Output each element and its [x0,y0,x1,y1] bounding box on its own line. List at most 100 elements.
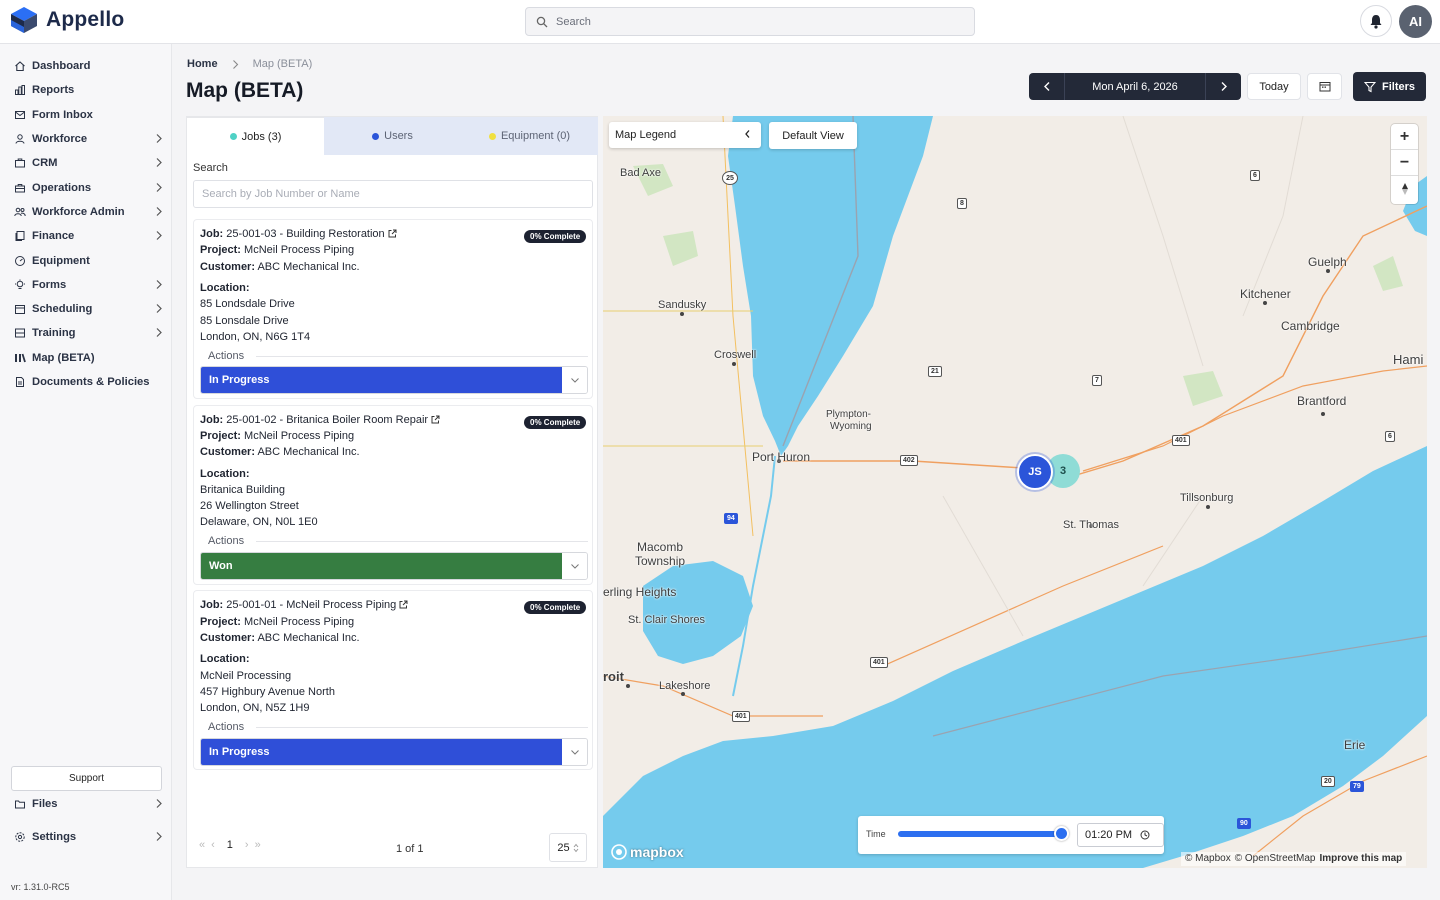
sidebar-item-label: Documents & Policies [32,376,150,388]
sidebar-item-operations[interactable]: Operations [0,177,172,199]
status-value: In Progress [201,739,563,765]
user-avatar[interactable]: AI [1399,5,1432,38]
external-link-icon[interactable] [388,229,397,238]
sidebar-item-workforce[interactable]: Workforce [0,128,172,150]
clock-icon [1140,830,1150,840]
actions-label: Actions [208,721,245,733]
chevron-right-icon [156,134,162,143]
interstate-shield: 90 [1237,818,1251,829]
sidebar-item-equipment[interactable]: Equipment [0,250,172,272]
sidebar-item-label: Reports [32,84,75,96]
first-page-icon[interactable]: « [199,839,205,851]
breadcrumb-home[interactable]: Home [187,58,218,70]
sidebar-item-dashboard[interactable]: Dashboard [0,55,172,77]
sidebar-item-label: Scheduling [32,303,93,315]
status-select[interactable]: In Progress [200,738,588,766]
search-input[interactable] [556,15,956,28]
calendar-picker-button[interactable] [1307,73,1342,100]
tab-jobs[interactable]: Jobs (3) [187,117,324,155]
plus-icon: + [1399,127,1410,145]
chevron-right-icon [156,832,162,841]
completion-badge: 0% Complete [524,230,587,243]
improve-map-link[interactable]: Improve this map [1319,853,1402,865]
sidebar-item-crm[interactable]: CRM [0,152,172,174]
calendar-icon [15,305,25,314]
external-link-icon[interactable] [431,415,440,424]
sidebar-item-reports[interactable]: Reports [0,79,172,101]
job-location-line: Britanica Building [200,484,285,496]
attribution-osm[interactable]: © OpenStreetMap [1235,853,1316,865]
place-label: Hami [1393,352,1424,367]
filters-button[interactable]: Filters [1353,72,1426,101]
global-search[interactable] [525,7,975,36]
compass-button[interactable] [1391,176,1418,202]
sidebar-item-label: Map (BETA) [32,352,95,364]
next-day-button[interactable] [1206,73,1241,100]
user-marker[interactable]: JS [1017,454,1053,490]
job-title[interactable]: Job: 25-001-02 - Britanica Boiler Room R… [200,414,440,426]
current-page[interactable]: 1 [227,839,233,851]
breadcrumb: Home Map (BETA) [187,58,312,70]
next-page-icon[interactable]: › [245,839,249,851]
status-dropdown-toggle[interactable] [562,367,587,393]
last-page-icon[interactable]: » [255,839,261,851]
sidebar-item-workforce-admin[interactable]: Workforce Admin [0,201,172,223]
mapbox-logo[interactable]: mapbox [611,844,684,860]
page-size-select[interactable]: 25 [549,833,587,862]
zoom-in-button[interactable]: + [1391,124,1418,150]
external-link-icon[interactable] [399,600,408,609]
status-select[interactable]: Won [200,552,588,580]
time-slider-track[interactable] [898,831,1066,837]
job-search-input[interactable] [193,180,593,208]
attribution-mapbox[interactable]: © Mapbox [1185,853,1231,865]
sidebar-item-form-inbox[interactable]: Form Inbox [0,104,172,126]
previous-day-button[interactable] [1029,73,1064,100]
map-legend-toggle[interactable]: Map Legend [609,122,761,148]
sidebar-item-scheduling[interactable]: Scheduling [0,298,172,320]
status-dropdown-toggle[interactable] [562,739,587,765]
tab-label: Equipment (0) [500,130,571,142]
zoom-out-button[interactable]: − [1391,150,1418,176]
sidebar-item-documents-policies[interactable]: Documents & Policies [0,371,172,393]
status-value: Won [201,553,563,579]
sidebar-item-finance[interactable]: Finance [0,225,172,247]
today-button[interactable]: Today [1247,73,1301,100]
chevron-right-icon [156,328,162,337]
sidebar-item-map[interactable]: Map (BETA) [0,347,172,369]
time-slider-handle[interactable] [1054,826,1069,841]
sidebar-item-settings[interactable]: Settings [0,826,172,848]
users-dot-icon [372,132,380,140]
prev-page-icon[interactable]: ‹ [211,839,215,851]
map-canvas[interactable]: Bad Axe Sandusky Croswell Port Huron Ply… [603,116,1427,868]
status-select[interactable]: In Progress [200,366,588,394]
gear-icon [15,832,25,842]
map-attribution: © Mapbox © OpenStreetMap Improve this ma… [1181,852,1407,866]
app-logo[interactable]: Appello [10,6,124,34]
job-title[interactable]: Job: 25-001-03 - Building Restoration [200,228,397,240]
support-button[interactable]: Support [11,766,162,791]
place-label: Brantford [1297,394,1347,408]
sidebar-item-files[interactable]: Files [0,793,172,815]
minus-icon: − [1399,153,1410,171]
users-icon [15,134,25,144]
default-view-button[interactable]: Default View [769,122,857,149]
place-label: Tillsonburg [1180,492,1234,504]
calendar-icon [1319,82,1330,92]
tab-equipment[interactable]: Equipment (0) [461,117,598,155]
toolbox-icon [15,184,25,193]
sidebar-item-training[interactable]: Training [0,322,172,344]
interstate-shield: 79 [1350,781,1364,792]
job-card[interactable]: Job: 25-001-03 - Building Restoration 0%… [193,219,593,399]
sidebar-item-forms[interactable]: Forms [0,274,172,296]
job-title[interactable]: Job: 25-001-01 - McNeil Process Piping [200,599,408,611]
notifications-button[interactable] [1360,5,1392,37]
sidebar-item-label: Equipment [32,255,90,267]
job-card[interactable]: Job: 25-001-02 - Britanica Boiler Room R… [193,405,593,585]
equipment-dot-icon [488,132,496,140]
status-dropdown-toggle[interactable] [562,553,587,579]
time-input[interactable]: 01:20 PM [1077,823,1164,847]
tab-users[interactable]: Users [324,117,461,155]
job-card[interactable]: Job: 25-001-01 - McNeil Process Piping 0… [193,590,593,770]
current-date[interactable]: Mon April 6, 2026 [1064,73,1206,100]
chevron-right-icon [156,304,162,313]
